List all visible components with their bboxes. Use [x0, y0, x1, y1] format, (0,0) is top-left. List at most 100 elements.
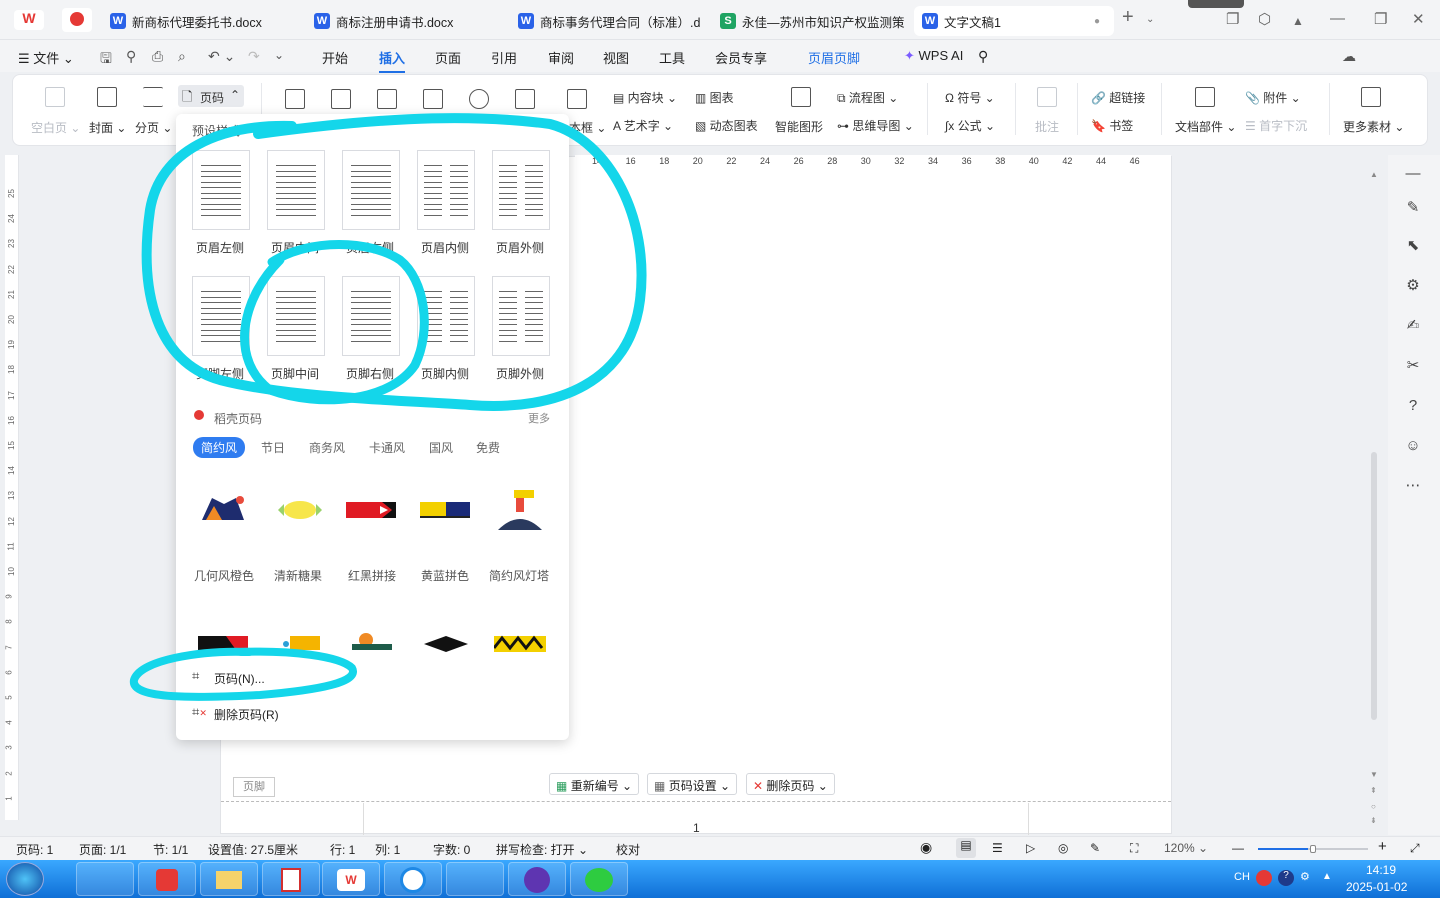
- pin-icon[interactable]: ▲: [1292, 14, 1304, 28]
- style-thumb-row2-4[interactable]: [420, 630, 476, 654]
- zoom-in-icon[interactable]: +: [1378, 838, 1387, 855]
- pen-mode-icon[interactable]: ✎: [1090, 841, 1100, 855]
- preset-header-3[interactable]: [342, 150, 400, 230]
- search-icon[interactable]: ⚲: [978, 48, 988, 65]
- restore-icon[interactable]: ❐: [1374, 10, 1387, 28]
- attachment-button[interactable]: 📎 附件 ⌄: [1245, 89, 1301, 106]
- smart-shape-button[interactable]: 智能图形: [775, 118, 823, 135]
- preset-header-4[interactable]: [417, 150, 475, 230]
- category-cartoon[interactable]: 卡通风: [369, 439, 405, 456]
- page-view-icon[interactable]: ▤: [956, 838, 976, 858]
- save-icon[interactable]: 🖫: [100, 48, 112, 72]
- style-thumb-lighthouse[interactable]: [494, 490, 550, 530]
- preset-footer-3[interactable]: [342, 276, 400, 356]
- taskbar-app-7[interactable]: [446, 862, 504, 896]
- clock-date[interactable]: 2025-01-02: [1346, 880, 1407, 894]
- quick-access-chevron-icon[interactable]: ⌄: [274, 48, 284, 62]
- shape-icon[interactable]: [469, 89, 489, 109]
- delete-page-number-command[interactable]: 删除页码(R): [214, 706, 279, 723]
- format-painter-icon[interactable]: ⚲: [126, 48, 136, 65]
- zoom-level[interactable]: 120% ⌄: [1164, 841, 1208, 855]
- taskbar-app-1[interactable]: [76, 862, 134, 896]
- vertical-scrollbar[interactable]: ▲ ▼ ⇞ ○ ⇟: [1370, 170, 1380, 835]
- style-thumb-geometric-orange[interactable]: [196, 490, 252, 526]
- menu-view[interactable]: 视图: [603, 48, 629, 67]
- category-free[interactable]: 免费: [476, 439, 500, 456]
- select-icon[interactable]: ⬉: [1404, 237, 1422, 255]
- more-icon[interactable]: ⋯: [1404, 477, 1422, 495]
- help-tray-icon[interactable]: ?: [1278, 870, 1294, 886]
- preset-header-2[interactable]: [267, 150, 325, 230]
- menu-header-footer[interactable]: 页眉页脚: [808, 48, 860, 67]
- scroll-down-icon[interactable]: ▼: [1370, 770, 1378, 779]
- browse-object-icon[interactable]: ○: [1371, 802, 1376, 811]
- category-business[interactable]: 商务风: [309, 439, 345, 456]
- collapse-icon[interactable]: —: [1404, 165, 1422, 183]
- scroll-up-icon[interactable]: ▲: [1370, 170, 1378, 179]
- menu-member[interactable]: 会员专享: [715, 48, 767, 67]
- menu-insert[interactable]: 插入: [379, 48, 406, 73]
- style-thumb-row2-2[interactable]: [272, 630, 328, 654]
- web-view-icon[interactable]: ◎: [1058, 841, 1068, 855]
- print-icon[interactable]: ⎙: [152, 48, 163, 65]
- taskbar-app-8[interactable]: [508, 862, 566, 896]
- close-icon[interactable]: ✕: [1412, 10, 1425, 28]
- formula-button[interactable]: ∫x 公式 ⌄: [945, 117, 995, 134]
- doc-tab-1[interactable]: W 新商标代理委托书.docx: [102, 6, 297, 36]
- footer-page-number[interactable]: 1: [693, 821, 700, 835]
- page-number-settings-button[interactable]: ▦ 页码设置 ⌄: [647, 773, 738, 795]
- redo-icon[interactable]: ↷: [248, 48, 260, 65]
- category-festival[interactable]: 节日: [261, 439, 285, 456]
- cube-icon[interactable]: ⬡: [1258, 10, 1271, 28]
- document-icon[interactable]: [377, 89, 397, 109]
- print-preview-icon[interactable]: ⌕: [178, 48, 186, 65]
- status-page-num[interactable]: 页码: 1: [16, 841, 53, 858]
- preset-header-1[interactable]: [192, 150, 250, 230]
- chart-button[interactable]: ▥ 图表: [695, 89, 734, 106]
- adjust-icon[interactable]: ⚙: [1404, 277, 1422, 295]
- flowchart-button[interactable]: ⧉ 流程图 ⌄: [837, 89, 898, 106]
- menu-review[interactable]: 审阅: [548, 48, 574, 67]
- status-proofread[interactable]: 校对: [616, 841, 640, 858]
- table-icon[interactable]: [285, 89, 305, 109]
- art-text-button[interactable]: A 艺术字 ⌄: [613, 117, 673, 134]
- eye-protection-icon[interactable]: ◉: [920, 839, 932, 856]
- next-page-icon[interactable]: ⇟: [1370, 816, 1377, 825]
- screen-capture-bar[interactable]: [1188, 0, 1244, 8]
- style-thumb-row2-5[interactable]: [492, 630, 550, 654]
- style-thumb-row2-3[interactable]: [346, 630, 402, 654]
- taskbar-wps[interactable]: W: [322, 862, 380, 896]
- tray-settings-icon[interactable]: ⚙: [1300, 870, 1310, 883]
- undo-icon[interactable]: ↶ ⌄: [208, 48, 235, 65]
- status-spell-check[interactable]: 拼写检查: 打开 ⌄: [496, 841, 588, 858]
- bookmark-button[interactable]: 🔖 书签: [1091, 117, 1133, 134]
- play-icon[interactable]: ▷: [1026, 841, 1035, 855]
- style-thumb-fresh-candy[interactable]: [272, 490, 328, 526]
- sogou-tray-icon[interactable]: [1256, 870, 1272, 886]
- taskbar-sogou[interactable]: [384, 862, 442, 896]
- cover-button[interactable]: 封面 ⌄: [89, 119, 126, 136]
- menu-page[interactable]: 页面: [435, 48, 461, 67]
- status-section[interactable]: 节: 1/1: [153, 841, 188, 858]
- pen-icon[interactable]: ✎: [1404, 199, 1422, 217]
- style-thumb-row2-1[interactable]: [196, 630, 252, 654]
- assistant-icon[interactable]: ☺: [1404, 437, 1422, 455]
- doc-tab-3[interactable]: W 商标事务代理合同（标准）.d: [510, 6, 706, 36]
- drop-cap-button[interactable]: ☰ 首字下沉: [1245, 117, 1307, 134]
- taskbar-wechat[interactable]: [570, 862, 628, 896]
- screenshot-icon[interactable]: [423, 89, 443, 109]
- minimize-icon[interactable]: —: [1330, 10, 1345, 27]
- menu-start[interactable]: 开始: [322, 48, 348, 67]
- menu-tools[interactable]: 工具: [659, 48, 685, 67]
- status-col[interactable]: 列: 1: [375, 841, 400, 858]
- page-number-button[interactable]: 🗋 页码 ⌃: [178, 85, 244, 107]
- preset-footer-5[interactable]: [492, 276, 550, 356]
- start-button[interactable]: [6, 862, 44, 896]
- scroll-thumb[interactable]: [1371, 452, 1377, 720]
- docer-icon[interactable]: [62, 8, 92, 32]
- outline-view-icon[interactable]: ☰: [992, 841, 1003, 855]
- tools-icon[interactable]: ✂: [1404, 357, 1422, 375]
- doc-tab-2[interactable]: W 商标注册申请书.docx: [306, 6, 502, 36]
- blank-page-button[interactable]: 空白页 ⌄: [31, 119, 80, 136]
- help-icon[interactable]: ?: [1404, 397, 1422, 415]
